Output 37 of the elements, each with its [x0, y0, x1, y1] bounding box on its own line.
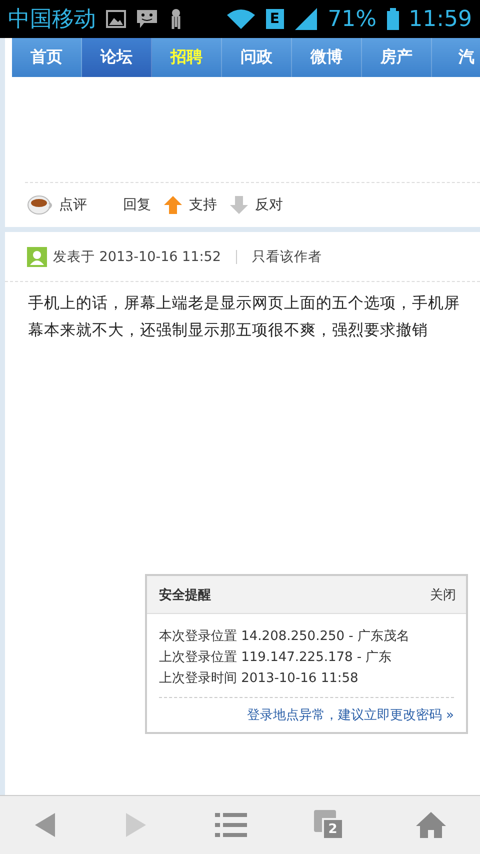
menu-icon[interactable]: [214, 811, 247, 839]
author-only-link[interactable]: 只看该作者: [252, 248, 322, 266]
tab-count: 2: [322, 818, 344, 840]
signal-icon: [294, 7, 318, 31]
nav-tab[interactable]: 招聘: [152, 38, 222, 77]
login-info: 上次登录位置 119.147.225.178 - 广东: [159, 649, 393, 667]
nav-tab[interactable]: 微博: [292, 38, 362, 77]
login-info: 上次登录时间 2013-10-16 11:58: [159, 670, 360, 688]
chat-icon: [136, 9, 158, 29]
battery-percent: 71%: [328, 6, 377, 32]
up-arrow-icon: [163, 195, 183, 215]
avatar-icon: [27, 246, 47, 266]
clock: 11:59: [408, 6, 472, 32]
popup-title: 安全提醒: [159, 586, 211, 604]
tabs-button[interactable]: 2: [314, 810, 348, 840]
action-link[interactable]: 反对: [229, 195, 283, 215]
carrier-name: 中国移动: [8, 6, 96, 34]
nav-tab[interactable]: 问政: [222, 38, 292, 77]
nav-tab[interactable]: 论坛: [82, 38, 152, 77]
battery-icon: [386, 8, 399, 30]
action-link[interactable]: 支持: [163, 195, 217, 215]
post-text: 手机上的话，屏幕上端老是显示网页上面的五个选项，手机屏 幕本来就不大，还强制显示那五项很不爽，强烈要求撤销: [27, 293, 461, 341]
action-link[interactable]: 点评: [27, 195, 87, 215]
login-info: 本次登录位置 14.208.250.250 - 广东茂名: [159, 628, 410, 646]
nav-tab[interactable]: 汽: [432, 38, 480, 77]
down-arrow-icon: [229, 195, 249, 215]
post-date: 发表于 2013-10-16 11:52: [53, 248, 221, 266]
action-link[interactable]: 回复: [123, 196, 151, 214]
back-icon[interactable]: [33, 811, 58, 839]
network-type: E: [266, 9, 284, 29]
home-icon[interactable]: [414, 811, 447, 839]
image-icon: [106, 10, 126, 28]
close-link[interactable]: 关闭: [430, 586, 456, 604]
change-password-link[interactable]: 登录地点异常，建议立即更改密码 »: [159, 697, 454, 724]
teacup-icon: [27, 195, 53, 215]
nav-tab[interactable]: 房产: [362, 38, 432, 77]
wifi-icon: [226, 8, 256, 30]
